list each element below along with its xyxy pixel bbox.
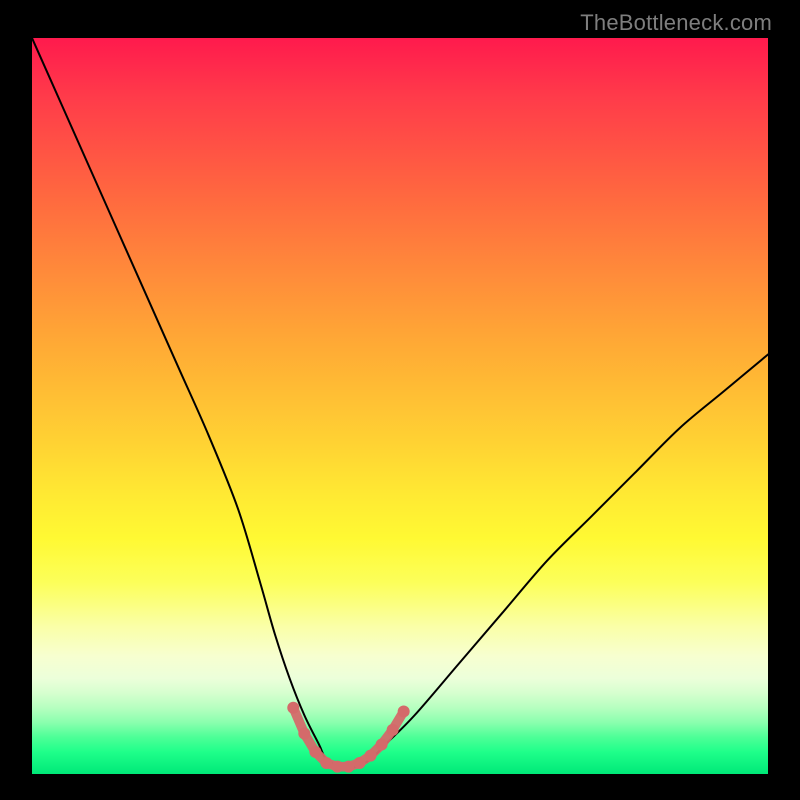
tolerance-marker-dot: [298, 728, 310, 740]
tolerance-marker-dot: [287, 702, 299, 714]
tolerance-marker-dot: [320, 757, 332, 769]
tolerance-band-markers: [287, 702, 409, 773]
tolerance-marker-dot: [309, 746, 321, 758]
tolerance-marker-dot: [398, 705, 410, 717]
tolerance-marker-dot: [354, 757, 366, 769]
curve-layer: [32, 38, 768, 774]
plot-area: [32, 38, 768, 774]
tolerance-marker-dot: [365, 750, 377, 762]
tolerance-marker-dot: [376, 739, 388, 751]
tolerance-band-line: [293, 708, 403, 767]
tolerance-marker-dot: [387, 724, 399, 736]
chart-frame: TheBottleneck.com: [0, 0, 800, 800]
tolerance-marker-dot: [331, 761, 343, 773]
bottleneck-curve: [32, 38, 768, 768]
watermark-text: TheBottleneck.com: [580, 10, 772, 36]
tolerance-marker-dot: [342, 761, 354, 773]
